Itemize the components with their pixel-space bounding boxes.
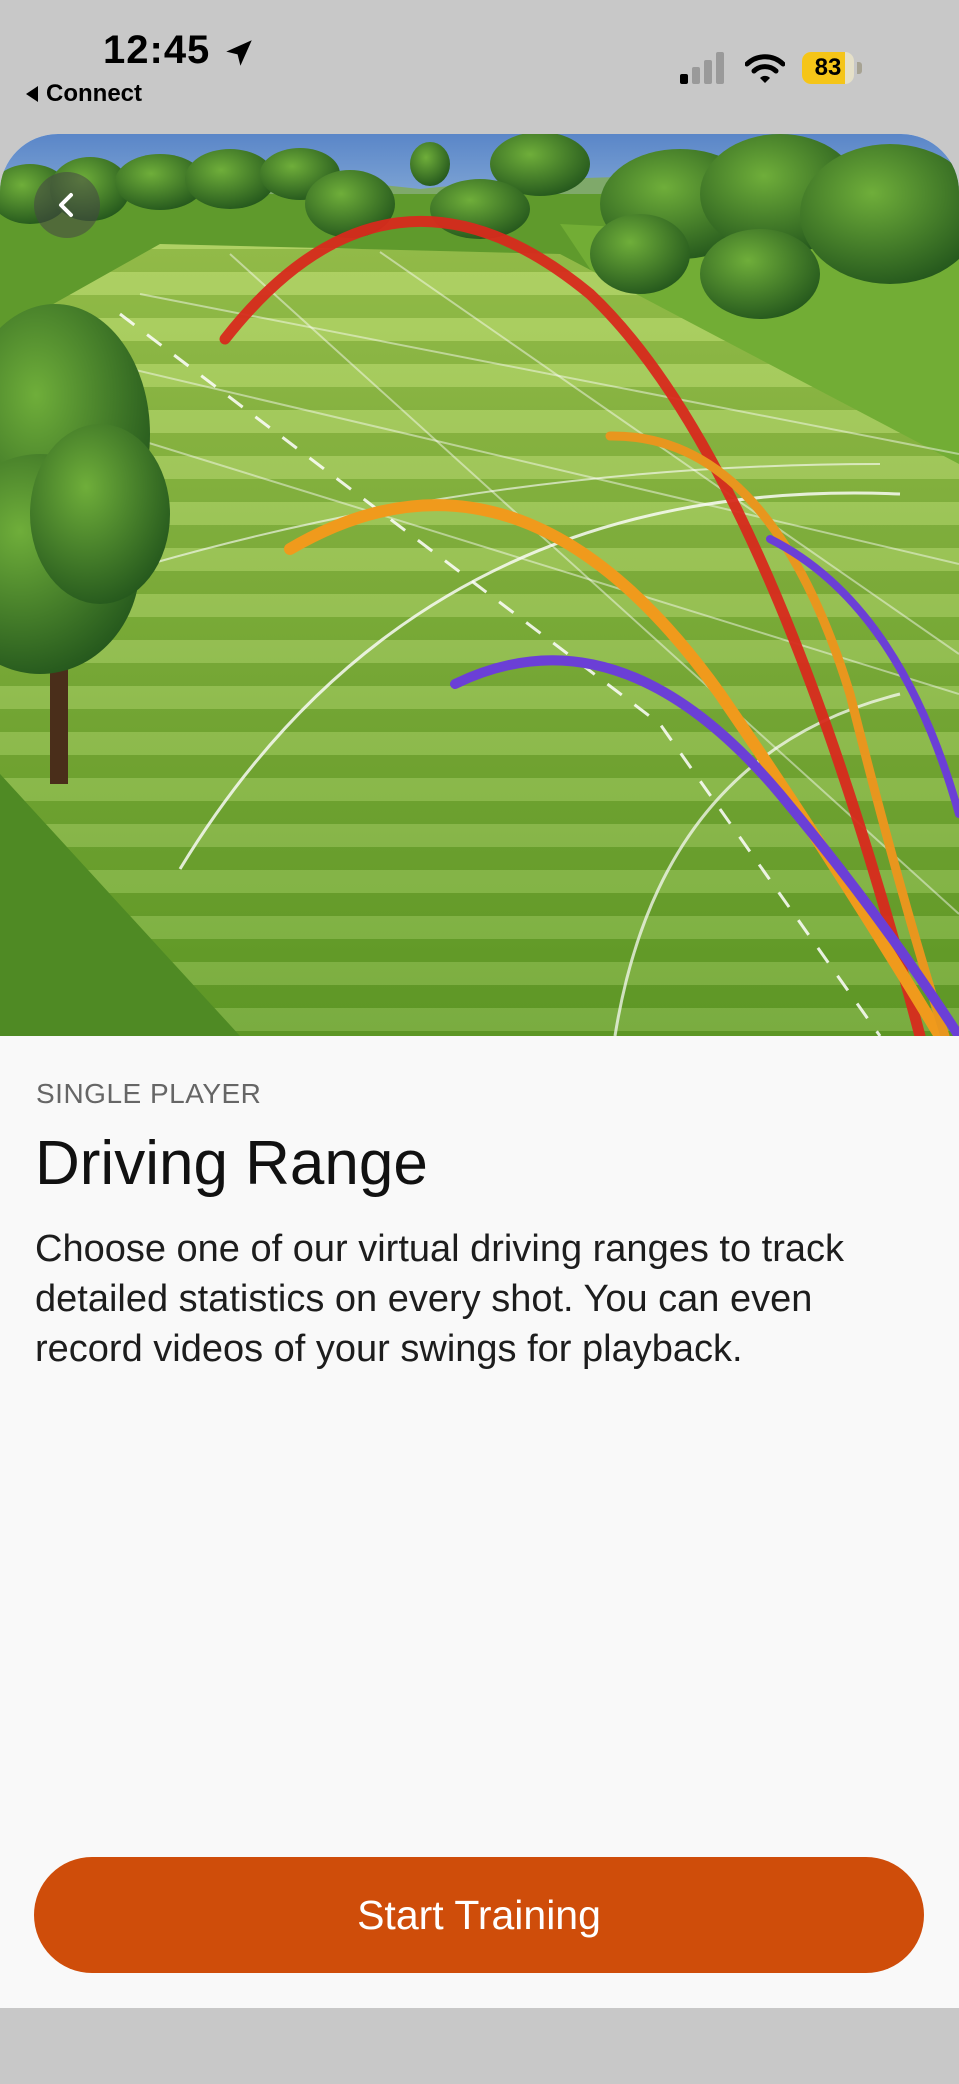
start-training-button[interactable]: Start Training <box>34 1857 924 1973</box>
status-bar: 12:45 Connect 83 <box>0 0 959 130</box>
driving-range-scene <box>0 134 959 1036</box>
battery-indicator: 83 <box>802 52 864 86</box>
mode-label: SINGLE PLAYER <box>36 1078 262 1109</box>
status-time: 12:45 <box>103 28 211 72</box>
wifi-icon <box>745 54 785 83</box>
page-title: Driving Range <box>35 1129 428 1198</box>
back-to-app-link[interactable]: Connect <box>26 80 142 108</box>
chevron-left-icon <box>59 193 73 217</box>
back-app-label: Connect <box>46 80 142 107</box>
detail-card: SINGLE PLAYER Driving Range Choose one o… <box>0 134 959 2008</box>
back-triangle-icon <box>26 86 38 102</box>
location-arrow-icon <box>226 40 252 66</box>
cellular-signal-icon <box>680 52 724 84</box>
description-text: Choose one of our virtual driving ranges… <box>35 1228 844 1370</box>
hero-image <box>0 134 959 1036</box>
back-button[interactable] <box>34 172 100 238</box>
battery-percent: 83 <box>814 54 842 81</box>
